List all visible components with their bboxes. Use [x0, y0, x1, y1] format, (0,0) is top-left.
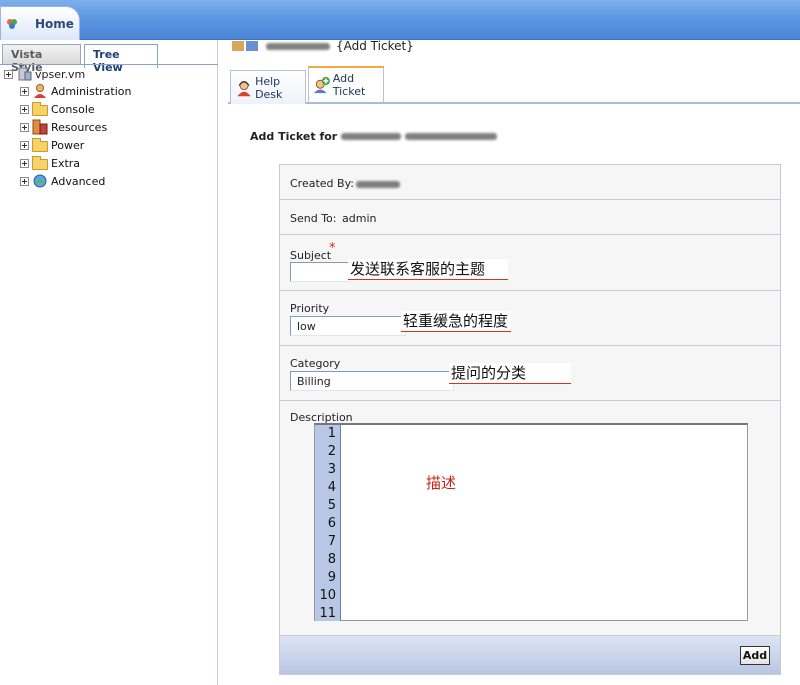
tab-label: Help Desk	[255, 74, 283, 101]
redacted-date	[405, 133, 498, 140]
subject-row: Subject * 发送联系客服的主题	[280, 235, 780, 291]
tab-help-desk[interactable]: Help Desk	[230, 70, 306, 104]
required-marker: *	[329, 241, 336, 256]
tree-item-label: Resources	[51, 120, 108, 134]
line-number: 3	[327, 462, 336, 477]
line-number: 9	[327, 570, 336, 585]
add-ticket-icon	[313, 76, 330, 94]
advanced-icon	[33, 174, 47, 188]
tab-label: Add Ticket	[332, 72, 366, 98]
redacted-creator	[356, 181, 400, 188]
tab-bar: Help Desk Add Ticket	[228, 66, 800, 104]
line-number: 6	[327, 516, 336, 531]
tree-item-label: Power	[51, 138, 85, 152]
line-number: 4	[327, 480, 336, 495]
description-row: Description 1 2 3 4 5 6 7 8 9 10 11 描述	[280, 401, 780, 635]
category-select[interactable]	[290, 371, 454, 391]
tab-vista-style[interactable]: Vista Style	[2, 44, 81, 74]
tree-item-administration[interactable]: Administration	[20, 83, 132, 99]
expand-icon[interactable]	[20, 140, 29, 150]
server-icon	[18, 67, 32, 81]
priority-row: Priority 轻重缓急的程度	[280, 291, 780, 346]
line-number: 10	[319, 588, 336, 603]
admin-icon	[34, 84, 46, 98]
send-to-row: Send To: admin	[280, 200, 780, 235]
priority-label: Priority	[290, 302, 330, 315]
home-icon	[7, 19, 17, 29]
section-title: Add Ticket for	[250, 130, 498, 143]
tree-item-label: Advanced	[51, 174, 106, 188]
expand-icon[interactable]	[20, 122, 29, 132]
line-number: 8	[327, 552, 336, 567]
send-to-label: Send To:	[290, 212, 337, 225]
page-title: {Add Ticket}	[232, 38, 414, 54]
send-to-value: admin	[342, 212, 377, 225]
tree-item-label: Extra	[51, 156, 81, 170]
category-annotation: 提问的分类	[449, 363, 571, 384]
collapse-icon[interactable]	[4, 69, 13, 79]
line-number: 5	[327, 498, 336, 513]
category-label: Category	[290, 357, 341, 370]
tree-item-resources[interactable]: Resources	[20, 119, 107, 135]
redacted-account	[341, 133, 402, 140]
subject-input[interactable]	[290, 262, 350, 282]
tree-item-power[interactable]: Power	[20, 137, 84, 153]
redacted-username	[266, 42, 330, 50]
tab-add-ticket[interactable]: Add Ticket	[308, 66, 384, 102]
resources-icon	[32, 119, 48, 135]
add-button[interactable]: Add	[740, 646, 770, 665]
expand-icon[interactable]	[20, 86, 29, 96]
created-by-row: Created By:	[280, 165, 780, 200]
top-bar: Home	[0, 0, 800, 40]
priority-annotation: 轻重缓急的程度	[401, 311, 511, 332]
tree-item-label: Console	[51, 102, 95, 116]
user-avatar-icon	[232, 41, 258, 51]
home-tab[interactable]: Home	[0, 6, 80, 40]
folder-icon	[32, 137, 48, 152]
add-ticket-form: Created By: Send To: admin Subject * 发送联…	[279, 164, 781, 675]
expand-icon[interactable]	[20, 176, 29, 186]
line-number: 11	[319, 606, 336, 621]
line-number: 1	[327, 426, 336, 441]
form-footer: Add	[280, 635, 780, 674]
line-number-gutter: 1 2 3 4 5 6 7 8 9 10 11	[315, 425, 341, 621]
folder-icon	[32, 101, 48, 116]
created-by-label: Created By:	[290, 177, 354, 190]
subject-annotation: 发送联系客服的主题	[348, 259, 508, 280]
tree-item-label: Administration	[51, 84, 132, 98]
expand-icon[interactable]	[20, 158, 29, 168]
description-annotation: 描述	[426, 474, 457, 492]
page-title-text: {Add Ticket}	[336, 39, 414, 53]
tree-item-console[interactable]: Console	[20, 101, 95, 117]
tree-root-label: vpser.vm	[35, 67, 86, 81]
priority-select[interactable]	[290, 316, 406, 336]
home-label: Home	[35, 17, 74, 31]
help-desk-icon	[237, 80, 251, 96]
tree-item-extra[interactable]: Extra	[20, 155, 80, 171]
expand-icon[interactable]	[20, 104, 29, 114]
subject-label: Subject	[290, 249, 332, 262]
tree-item-advanced[interactable]: Advanced	[20, 173, 105, 189]
section-title-text: Add Ticket for	[250, 130, 338, 143]
tree-root[interactable]: vpser.vm	[4, 66, 85, 82]
category-row: Category 提问的分类	[280, 346, 780, 401]
folder-icon	[32, 155, 48, 170]
description-editor[interactable]: 1 2 3 4 5 6 7 8 9 10 11 描述	[314, 423, 748, 621]
tab-divider	[0, 64, 218, 65]
line-number: 7	[327, 534, 336, 549]
line-number: 2	[327, 444, 336, 459]
